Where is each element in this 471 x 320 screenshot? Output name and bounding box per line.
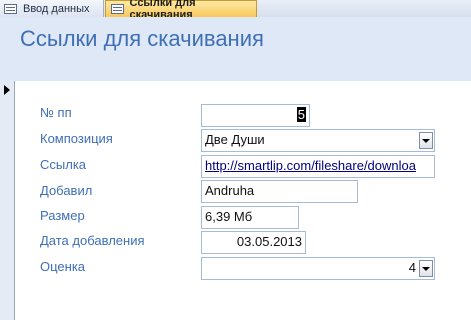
size-field[interactable]: 6,39 Мб	[201, 206, 299, 229]
form-icon	[111, 4, 124, 14]
form-header: Ссылки для скачивания	[0, 17, 471, 81]
tab-label: Ввод данных	[23, 2, 90, 15]
rating-value: 4	[408, 260, 416, 275]
composition-value: Две Души	[205, 132, 265, 147]
chevron-down-icon	[422, 266, 430, 271]
size-value: 6,39 Мб	[205, 209, 253, 224]
date-added-field[interactable]: 03.05.2013	[201, 231, 306, 254]
label-size: Размер	[40, 208, 85, 223]
label-date-added: Дата добавления	[40, 233, 145, 248]
composition-dropdown-button[interactable]	[419, 132, 433, 149]
rating-combobox[interactable]: 4	[201, 257, 435, 280]
tab-vvod-dannyh[interactable]: Ввод данных	[0, 0, 104, 17]
label-number: № пп	[40, 105, 72, 120]
chevron-down-icon	[422, 138, 430, 143]
number-field[interactable]: 5	[201, 104, 310, 127]
link-value[interactable]: http://smartlip.com/fileshare/downloa	[205, 158, 416, 173]
tab-ssylki-dlya-skachivaniya[interactable]: Ссылки для скачивания	[105, 0, 257, 21]
added-by-value: Andruha	[205, 183, 255, 198]
rating-dropdown-button[interactable]	[419, 260, 433, 277]
number-value: 5	[296, 107, 306, 122]
link-field[interactable]: http://smartlip.com/fileshare/downloa	[201, 155, 435, 178]
label-added-by: Добавил	[40, 183, 93, 198]
record-selector[interactable]	[0, 81, 15, 320]
date-added-value: 03.05.2013	[236, 234, 302, 249]
added-by-field[interactable]: Andruha	[201, 180, 358, 203]
label-link: Ссылка	[40, 157, 87, 172]
composition-combobox[interactable]: Две Души	[201, 129, 435, 152]
current-record-arrow-icon	[4, 85, 10, 95]
label-composition: Композиция	[40, 131, 113, 146]
label-rating: Оценка	[40, 259, 86, 274]
form-icon	[4, 3, 17, 14]
document-tab-bar: Ввод данных Ссылки для скачивания	[0, 0, 471, 21]
form-title: Ссылки для скачивания	[20, 26, 264, 51]
